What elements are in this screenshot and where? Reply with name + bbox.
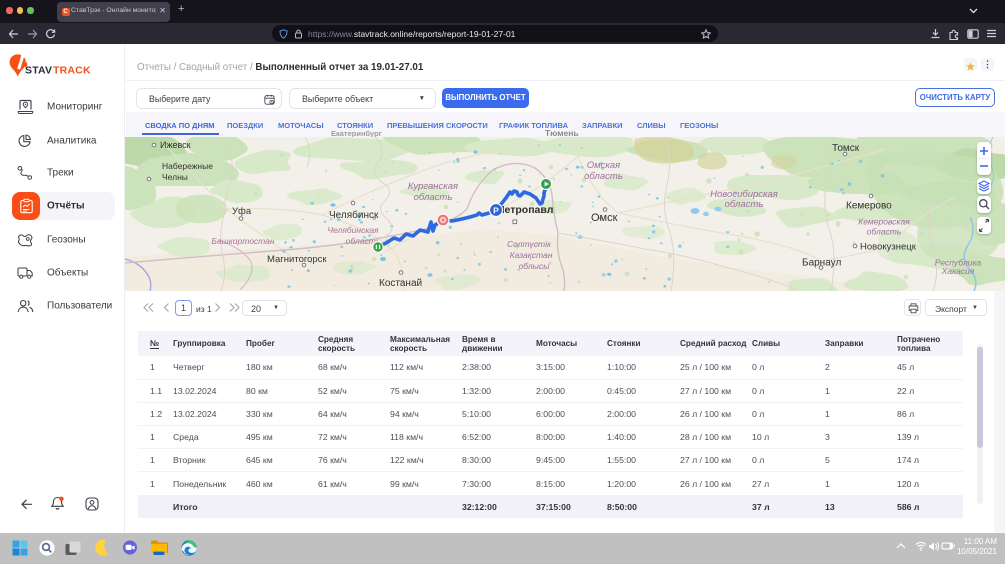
svg-text:Челны: Челны — [162, 172, 188, 182]
svg-text:Курганская: Курганская — [408, 181, 458, 192]
svg-text:STAV: STAV — [25, 65, 52, 77]
svg-text:Томск: Томск — [832, 143, 860, 154]
svg-text:облысы: облысы — [519, 261, 551, 271]
svg-text:Кемеровская: Кемеровская — [858, 217, 910, 227]
svg-text:Челябинская: Челябинская — [327, 225, 379, 235]
svg-text:Казақстан: Казақстан — [510, 250, 553, 260]
svg-text:область: область — [867, 227, 902, 237]
svg-text:Челябинск: Челябинск — [329, 209, 379, 221]
svg-text:Уфа: Уфа — [232, 206, 252, 217]
svg-text:Кемерово: Кемерово — [846, 201, 892, 212]
svg-text:Магнитогорск: Магнитогорск — [267, 254, 327, 265]
svg-text:Хакасия: Хакасия — [941, 266, 975, 276]
svg-text:Барнаул: Барнаул — [802, 258, 841, 269]
svg-text:Петропавл: Петропавл — [497, 204, 553, 216]
svg-text:Солтүстік: Солтүстік — [507, 239, 552, 249]
svg-text:Костанай: Костанай — [379, 278, 422, 289]
svg-text:Ижевск: Ижевск — [160, 140, 191, 150]
svg-text:Новокузнецк: Новокузнецк — [860, 242, 917, 253]
svg-text:область: область — [725, 199, 764, 210]
svg-text:Башкортостан: Башкортостан — [211, 236, 274, 246]
svg-text:область: область — [414, 192, 453, 203]
svg-text:P: P — [493, 206, 499, 216]
svg-text:TRACK: TRACK — [53, 65, 91, 77]
svg-text:Омск: Омск — [591, 212, 618, 224]
svg-text:область: область — [584, 171, 623, 182]
svg-text:Набережные: Набережные — [162, 161, 213, 171]
svg-text:Омская: Омская — [587, 160, 620, 171]
